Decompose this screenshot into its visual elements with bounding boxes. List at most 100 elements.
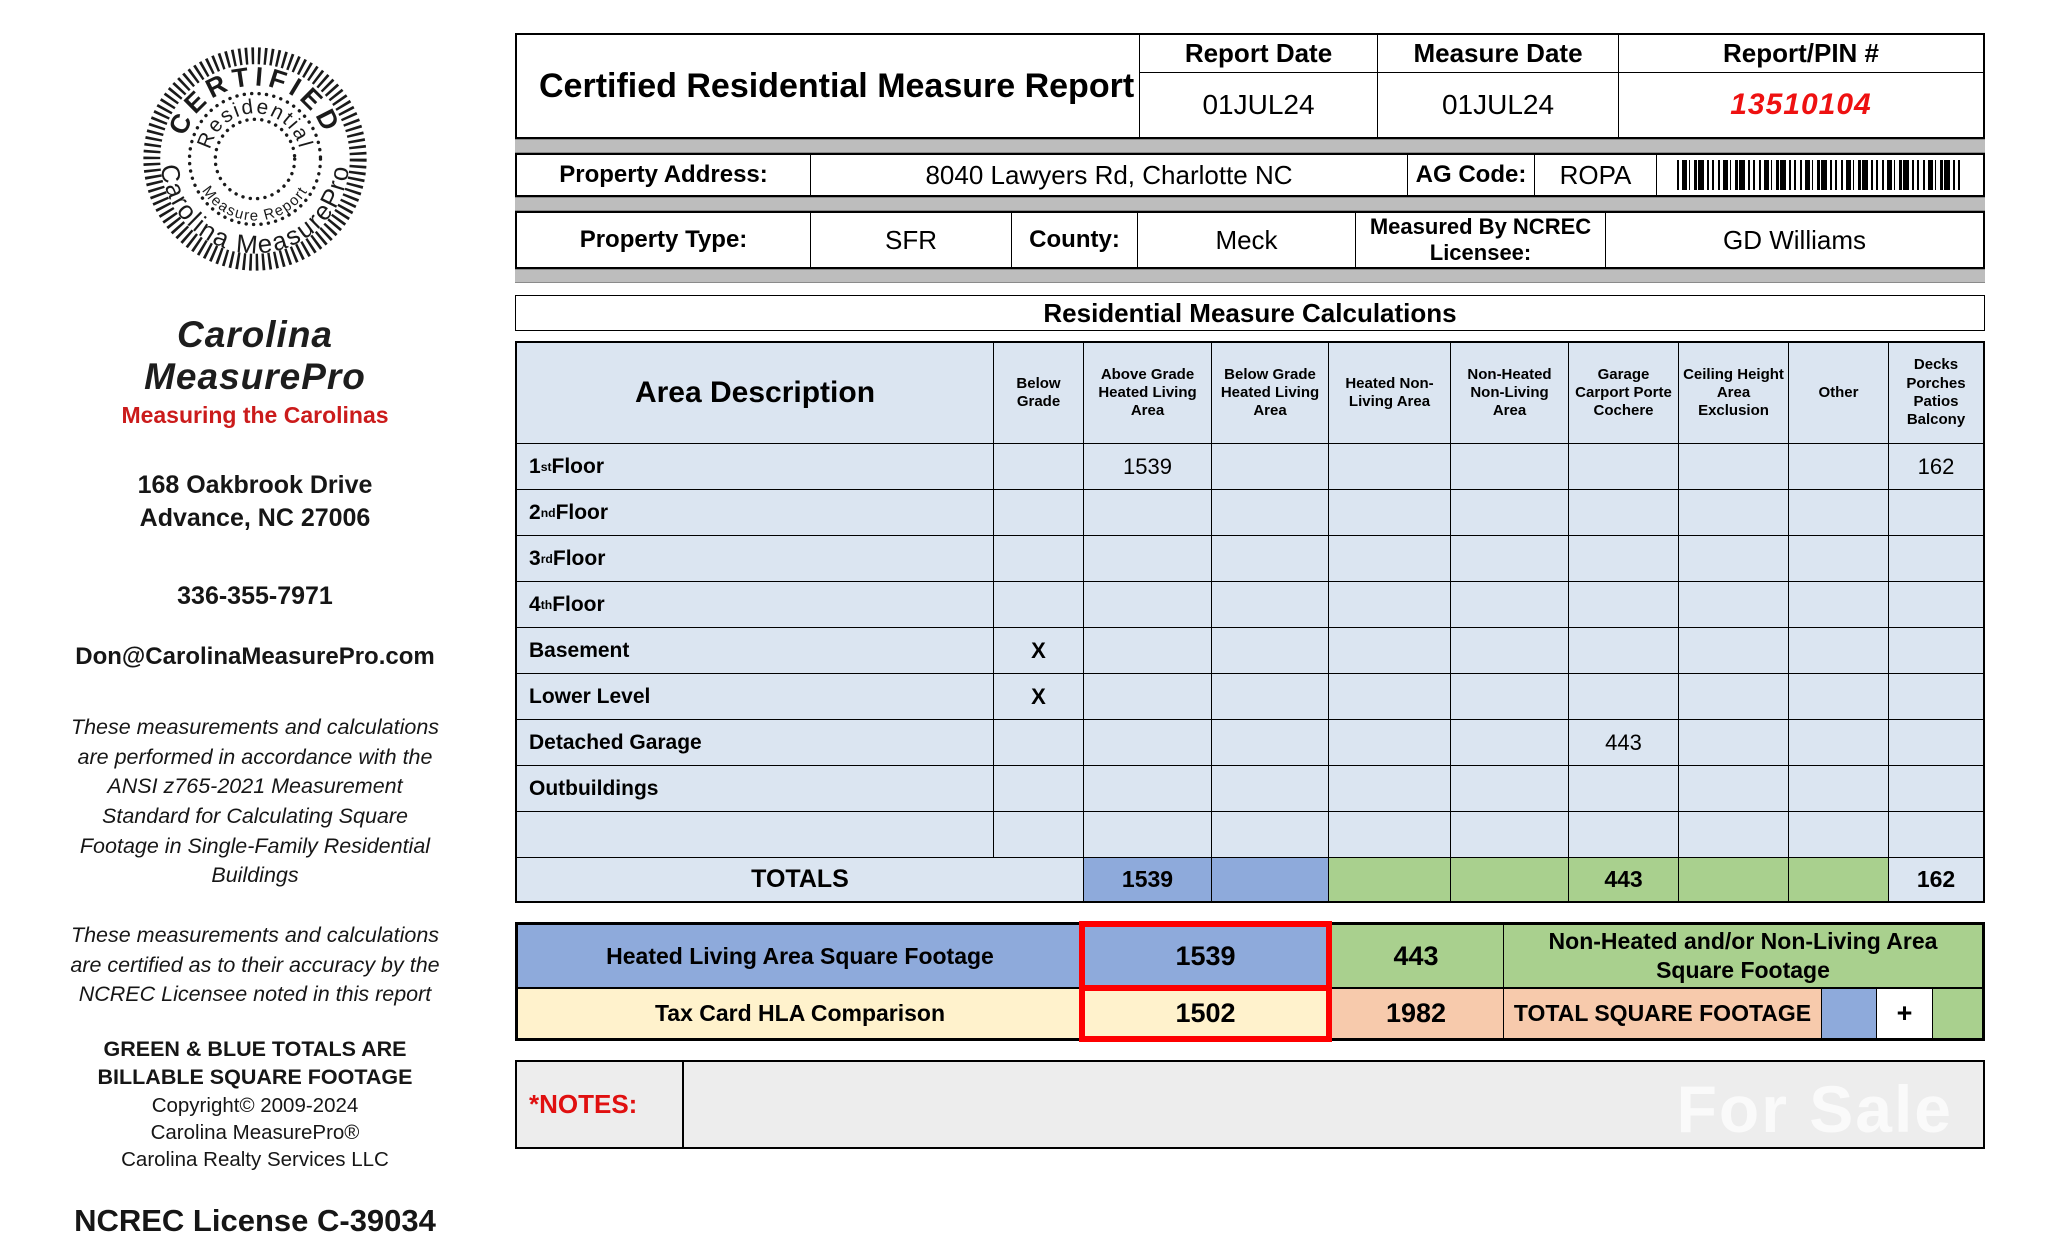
row-label: Lower Level bbox=[517, 674, 993, 719]
value-cell: X bbox=[994, 674, 1083, 719]
property-type-label: Property Type: bbox=[517, 213, 810, 267]
nonliving-label: Non-Heated and/or Non-Living Area Square… bbox=[1504, 925, 1982, 987]
value-cell bbox=[1329, 582, 1450, 627]
value-cell bbox=[994, 766, 1083, 811]
barcode bbox=[1677, 160, 1964, 190]
value-cell bbox=[1889, 812, 1983, 857]
totals-cell bbox=[1679, 858, 1788, 901]
tax-card-value: 1502 bbox=[1083, 989, 1328, 1038]
pin-value: 13510104 bbox=[1619, 73, 1983, 137]
value-cell bbox=[1789, 490, 1888, 535]
value-cell: 443 bbox=[1569, 720, 1678, 765]
totals-cell bbox=[1212, 858, 1328, 901]
sidebar: CERTIFIED Residential Measure Report Car… bbox=[70, 30, 440, 1239]
value-cell bbox=[1212, 582, 1328, 627]
totals-cell bbox=[1451, 858, 1568, 901]
certified-stamp-icon: CERTIFIED Residential Measure Report Car… bbox=[126, 30, 384, 288]
billable-note: GREEN & BLUE TOTALS ARE BILLABLE SQUARE … bbox=[70, 1036, 440, 1092]
column-header: Above Grade Heated Living Area bbox=[1084, 343, 1211, 443]
totals-cell bbox=[1789, 858, 1888, 901]
property-address-label: Property Address: bbox=[517, 155, 810, 195]
value-cell bbox=[994, 490, 1083, 535]
value-cell bbox=[1212, 720, 1328, 765]
value-cell bbox=[1329, 444, 1450, 489]
property-address-row: Property Address: 8040 Lawyers Rd, Charl… bbox=[515, 153, 1985, 197]
value-cell bbox=[994, 536, 1083, 581]
row-label: Basement bbox=[517, 628, 993, 673]
column-header: Non-Heated Non-Living Area bbox=[1451, 343, 1568, 443]
value-cell bbox=[994, 582, 1083, 627]
hla-summary-row: Heated Living Area Square Footage 1539 4… bbox=[518, 925, 1982, 987]
value-cell bbox=[1329, 628, 1450, 673]
value-cell bbox=[1889, 674, 1983, 719]
barcode-cell bbox=[1657, 155, 1983, 195]
value-cell bbox=[1329, 674, 1450, 719]
value-cell bbox=[994, 444, 1083, 489]
value-cell bbox=[1569, 766, 1678, 811]
totals-cell bbox=[1329, 858, 1450, 901]
column-header: Ceiling Height Area Exclusion bbox=[1679, 343, 1788, 443]
column-header: Decks Porches Patios Balcony bbox=[1889, 343, 1983, 443]
company-address: 168 Oakbrook Drive Advance, NC 27006 bbox=[70, 469, 440, 534]
hla-value: 1539 bbox=[1083, 925, 1328, 987]
blue-legend-cell bbox=[1822, 989, 1876, 1038]
value-cell: 1539 bbox=[1084, 444, 1211, 489]
value-cell bbox=[1889, 628, 1983, 673]
value-cell bbox=[1569, 444, 1678, 489]
green-legend-cell bbox=[1933, 989, 1982, 1038]
value-cell bbox=[1329, 766, 1450, 811]
value-cell bbox=[1679, 720, 1788, 765]
measure-date-value: 01JUL24 bbox=[1378, 73, 1618, 137]
value-cell bbox=[1451, 766, 1568, 811]
ncrec-license: NCREC License C-39034 bbox=[70, 1203, 440, 1239]
value-cell bbox=[1679, 582, 1788, 627]
area-description-header: Area Description bbox=[517, 343, 993, 443]
measure-date-label: Measure Date bbox=[1378, 35, 1618, 72]
value-cell bbox=[1212, 536, 1328, 581]
value-cell bbox=[1451, 674, 1568, 719]
value-cell bbox=[1679, 536, 1788, 581]
totals-cell: 443 bbox=[1569, 858, 1678, 901]
row-label: 3rd Floor bbox=[517, 536, 993, 581]
total-sqft-value: 1982 bbox=[1329, 989, 1503, 1038]
value-cell bbox=[1789, 674, 1888, 719]
disclaimer-certified: These measurements and calculations are … bbox=[70, 921, 440, 1010]
row-label: Detached Garage bbox=[517, 720, 993, 765]
company-tagline: Measuring the Carolinas bbox=[70, 402, 440, 429]
plus-sign: + bbox=[1877, 989, 1932, 1038]
value-cell bbox=[1789, 628, 1888, 673]
value-cell bbox=[1789, 812, 1888, 857]
measured-by-label: Measured By NCREC Licensee: bbox=[1356, 213, 1605, 267]
value-cell bbox=[1084, 490, 1211, 535]
column-header: Heated Non-Living Area bbox=[1329, 343, 1450, 443]
report-date-value: 01JUL24 bbox=[1140, 73, 1377, 137]
column-header: Below Grade Heated Living Area bbox=[1212, 343, 1328, 443]
value-cell bbox=[1789, 766, 1888, 811]
value-cell bbox=[1212, 628, 1328, 673]
value-cell bbox=[1889, 490, 1983, 535]
company-name: Carolina MeasurePro bbox=[70, 314, 440, 398]
calc-table: Area DescriptionBelow GradeAbove Grade H… bbox=[515, 341, 1985, 903]
value-cell bbox=[1889, 766, 1983, 811]
value-cell bbox=[1329, 720, 1450, 765]
column-header: Below Grade bbox=[994, 343, 1083, 443]
notes-row: *NOTES: For Sale bbox=[515, 1060, 1985, 1149]
value-cell bbox=[1212, 674, 1328, 719]
value-cell: X bbox=[994, 628, 1083, 673]
value-cell bbox=[1789, 536, 1888, 581]
value-cell bbox=[1451, 490, 1568, 535]
value-cell bbox=[1084, 536, 1211, 581]
report-page: CERTIFIED Residential Measure Report Car… bbox=[0, 0, 2048, 1243]
value-cell bbox=[1789, 720, 1888, 765]
value-cell bbox=[1451, 582, 1568, 627]
property-address-value: 8040 Lawyers Rd, Charlotte NC bbox=[811, 155, 1407, 195]
divider-bar bbox=[515, 197, 1985, 211]
ag-code-label: AG Code: bbox=[1408, 155, 1534, 195]
value-cell bbox=[1569, 674, 1678, 719]
totals-cell: 162 bbox=[1889, 858, 1983, 901]
value-cell bbox=[994, 812, 1083, 857]
company-phone: 336-355-7971 bbox=[70, 582, 440, 611]
value-cell bbox=[1789, 444, 1888, 489]
divider-bar bbox=[515, 139, 1985, 153]
company-registered: Carolina MeasurePro® bbox=[70, 1119, 440, 1146]
